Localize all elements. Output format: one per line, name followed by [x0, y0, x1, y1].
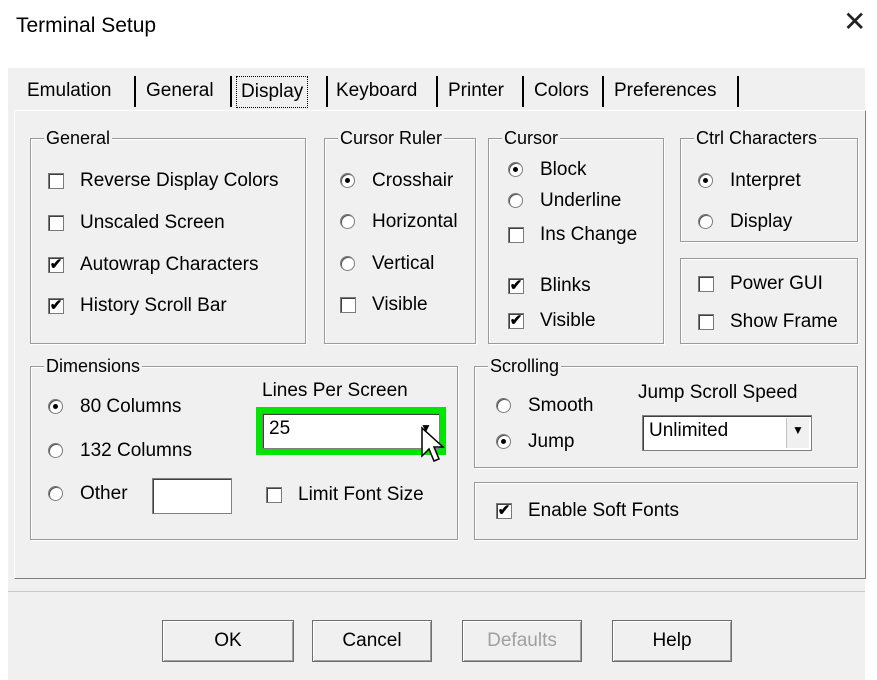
smooth-radio[interactable] [496, 398, 511, 413]
unscaled-screen-label: Unscaled Screen [80, 212, 225, 233]
autowrap-characters-label: Autowrap Characters [80, 254, 259, 275]
interpret-radio[interactable] [698, 173, 713, 188]
mouse-pointer-icon [421, 426, 445, 462]
blinks-label: Blinks [540, 275, 591, 296]
ins-change-label: Ins Change [540, 224, 638, 245]
crosshair-label: Crosshair [372, 170, 454, 191]
jump-scroll-speed-select[interactable]: Unlimited ▼ [642, 415, 812, 451]
history-scroll-bar-label: History Scroll Bar [80, 295, 227, 316]
defaults-button[interactable]: Defaults [462, 620, 582, 662]
tab-separator [737, 76, 739, 107]
vertical-label: Vertical [372, 253, 435, 274]
tab-separator [134, 76, 136, 107]
ruler-visible-label: Visible [372, 294, 428, 315]
show-frame-label: Show Frame [730, 311, 838, 332]
reverse-display-colors-checkbox[interactable] [48, 173, 64, 189]
tab-preferences[interactable]: Preferences [614, 74, 716, 108]
help-button[interactable]: Help [612, 620, 732, 662]
80-columns-radio[interactable] [48, 399, 63, 414]
ins-change-checkbox[interactable] [508, 227, 524, 243]
lines-per-screen-select[interactable]: 25 ▼ [256, 407, 446, 455]
horizontal-label: Horizontal [372, 211, 458, 232]
cancel-button[interactable]: Cancel [312, 620, 432, 662]
window-title: Terminal Setup [16, 14, 157, 37]
ctrl-characters-legend: Ctrl Characters [694, 128, 820, 148]
tab-separator [436, 76, 438, 107]
blinks-checkbox[interactable]: ✔ [508, 278, 524, 294]
dimensions-legend: Dimensions [44, 356, 143, 376]
tab-printer[interactable]: Printer [448, 74, 504, 108]
power-gui-label: Power GUI [730, 273, 823, 294]
jump-label: Jump [528, 431, 575, 452]
limit-font-size-checkbox[interactable] [266, 487, 282, 503]
limit-font-size-label: Limit Font Size [298, 484, 424, 505]
cursor-visible-checkbox[interactable]: ✔ [508, 313, 524, 329]
tab-emulation[interactable]: Emulation [27, 74, 112, 108]
tab-separator [326, 76, 328, 107]
cursor-legend: Cursor [502, 128, 561, 148]
power-gui-checkbox[interactable] [698, 276, 714, 292]
80-columns-label: 80 Columns [80, 396, 182, 417]
horizontal-radio[interactable] [340, 214, 355, 229]
other-columns-input[interactable] [152, 478, 232, 514]
close-icon[interactable]: ✕ [843, 8, 866, 36]
tab-separator [602, 76, 604, 107]
tab-separator [522, 76, 524, 107]
cursor-visible-label: Visible [540, 310, 596, 331]
tab-general[interactable]: General [146, 74, 214, 108]
show-frame-checkbox[interactable] [698, 314, 714, 330]
block-radio[interactable] [508, 162, 523, 177]
chevron-down-icon[interactable]: ▼ [786, 418, 809, 448]
ruler-visible-checkbox[interactable] [340, 297, 356, 313]
other-label: Other [80, 483, 128, 504]
display-label: Display [730, 211, 793, 232]
reverse-display-colors-label: Reverse Display Colors [80, 170, 279, 191]
general-legend: General [44, 128, 113, 148]
autowrap-characters-checkbox[interactable]: ✔ [48, 257, 64, 273]
enable-soft-fonts-label: Enable Soft Fonts [528, 500, 680, 521]
cursor-ruler-legend: Cursor Ruler [338, 128, 445, 148]
jump-scroll-speed-value: Unlimited [649, 420, 729, 441]
jump-scroll-speed-label: Jump Scroll Speed [638, 382, 798, 403]
ok-button[interactable]: OK [162, 620, 294, 662]
132-columns-radio[interactable] [48, 443, 63, 458]
history-scroll-bar-checkbox[interactable]: ✔ [48, 298, 64, 314]
other-radio[interactable] [48, 486, 63, 501]
smooth-label: Smooth [528, 395, 594, 416]
scrolling-legend: Scrolling [488, 356, 562, 376]
interpret-label: Interpret [730, 170, 801, 191]
button-bar [8, 591, 865, 680]
enable-soft-fonts-checkbox[interactable]: ✔ [496, 503, 512, 519]
tab-colors[interactable]: Colors [534, 74, 589, 108]
tab-keyboard[interactable]: Keyboard [336, 74, 417, 108]
tab-separator [230, 76, 232, 107]
unscaled-screen-checkbox[interactable] [48, 215, 64, 231]
vertical-radio[interactable] [340, 256, 355, 271]
lines-per-screen-label: Lines Per Screen [262, 380, 408, 401]
display-radio[interactable] [698, 214, 713, 229]
lines-per-screen-value: 25 [269, 418, 291, 439]
underline-label: Underline [540, 190, 622, 211]
crosshair-radio[interactable] [340, 173, 355, 188]
jump-radio[interactable] [496, 434, 511, 449]
underline-radio[interactable] [508, 193, 523, 208]
132-columns-label: 132 Columns [80, 440, 192, 461]
block-label: Block [540, 159, 587, 180]
tab-display[interactable]: Display [236, 76, 309, 108]
